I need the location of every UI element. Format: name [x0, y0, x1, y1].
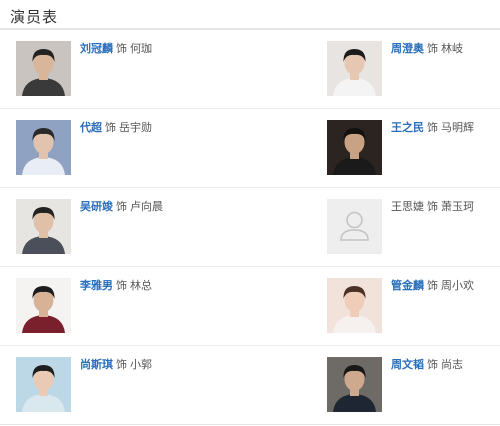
actor-photo[interactable]: [16, 120, 71, 175]
actor-portrait: [16, 120, 71, 175]
cast-grid: 刘冠麟饰何珈 周澄奥饰林岐 代超饰岳宇勋 王之民饰马明辉 吴研竣 饰 卢向晨 王…: [0, 31, 500, 426]
cast-info: 刘冠麟饰何珈: [80, 42, 152, 56]
role-name: 卢向晨: [130, 201, 163, 213]
cast-info: 管金麟饰周小欢: [391, 279, 474, 293]
actor-name-link[interactable]: 尚斯琪: [80, 359, 113, 371]
actor-photo[interactable]: [327, 357, 382, 412]
cast-page: 演员表 刘冠麟饰何珈 周澄奥饰林岐 代超饰岳宇勋 王之民 饰 马明辉 吴研竣 饰…: [0, 0, 500, 425]
cast-row: 吴研竣饰卢向晨 王思婕饰萧玉珂: [0, 189, 500, 267]
actor-photo[interactable]: [327, 278, 382, 333]
role-name: 尚志: [441, 359, 463, 371]
actor-name-link[interactable]: 管金麟: [391, 280, 424, 292]
as-label: 饰: [427, 122, 438, 134]
cast-info: 周澄奥饰林岐: [391, 42, 463, 56]
actor-portrait: [327, 278, 382, 333]
as-label: 饰: [427, 280, 438, 292]
as-label: 饰: [116, 201, 127, 213]
cast-row: 刘冠麟饰何珈 周澄奥饰林岐: [0, 31, 500, 109]
role-name: 马明辉: [441, 122, 474, 134]
cast-info: 代超饰岳宇勋: [80, 121, 152, 135]
as-label: 饰: [116, 43, 127, 55]
actor-name: 王思婕: [391, 201, 424, 213]
person-placeholder-icon: [327, 199, 382, 254]
page-title: 演员表: [10, 9, 59, 26]
cast-row: 李雅男饰林总 管金麟饰周小欢: [0, 268, 500, 346]
as-label: 饰: [105, 122, 116, 134]
role-name: 林岐: [441, 43, 463, 55]
actor-photo[interactable]: [16, 278, 71, 333]
actor-portrait: [16, 278, 71, 333]
cast-info: 吴研竣饰卢向晨: [80, 200, 163, 214]
role-name: 林总: [130, 280, 152, 292]
role-name: 小郭: [130, 359, 152, 371]
actor-photo[interactable]: [327, 41, 382, 96]
actor-portrait: [327, 357, 382, 412]
role-name: 岳宇勋: [119, 122, 152, 134]
actor-name-link[interactable]: 王之民: [391, 122, 424, 134]
actor-photo[interactable]: [16, 41, 71, 96]
cast-info: 王思婕饰萧玉珂: [391, 200, 474, 214]
actor-portrait: [16, 199, 71, 254]
cast-info: 周文韬饰尚志: [391, 358, 463, 372]
actor-portrait: [16, 357, 71, 412]
as-label: 饰: [427, 43, 438, 55]
actor-name-link[interactable]: 周文韬: [391, 359, 424, 371]
cast-info: 尚斯琪饰小郭: [80, 358, 152, 372]
role-name: 周小欢: [441, 280, 474, 292]
role-name: 萧玉珂: [441, 201, 474, 213]
cast-info: 王之民饰马明辉: [391, 121, 474, 135]
actor-photo[interactable]: [16, 199, 71, 254]
actor-portrait: [327, 120, 382, 175]
role-name: 何珈: [130, 43, 152, 55]
cast-row: 尚斯琪饰小郭 周文韬饰尚志: [0, 347, 500, 425]
as-label: 饰: [427, 201, 438, 213]
actor-name-link[interactable]: 刘冠麟: [80, 43, 113, 55]
cast-header: 演员表: [0, 0, 500, 30]
actor-portrait: [327, 41, 382, 96]
actor-name-link[interactable]: 吴研竣: [80, 201, 113, 213]
actor-name-link[interactable]: 李雅男: [80, 280, 113, 292]
actor-photo[interactable]: [16, 357, 71, 412]
actor-name-link[interactable]: 周澄奥: [391, 43, 424, 55]
actor-photo[interactable]: [327, 120, 382, 175]
cast-info: 李雅男饰林总: [80, 279, 152, 293]
as-label: 饰: [116, 280, 127, 292]
actor-portrait: [16, 41, 71, 96]
actor-name-link[interactable]: 代超: [80, 122, 102, 134]
cast-row: 代超饰岳宇勋 王之民饰马明辉: [0, 110, 500, 188]
as-label: 饰: [427, 359, 438, 371]
placeholder-photo: [327, 199, 382, 254]
as-label: 饰: [116, 359, 127, 371]
